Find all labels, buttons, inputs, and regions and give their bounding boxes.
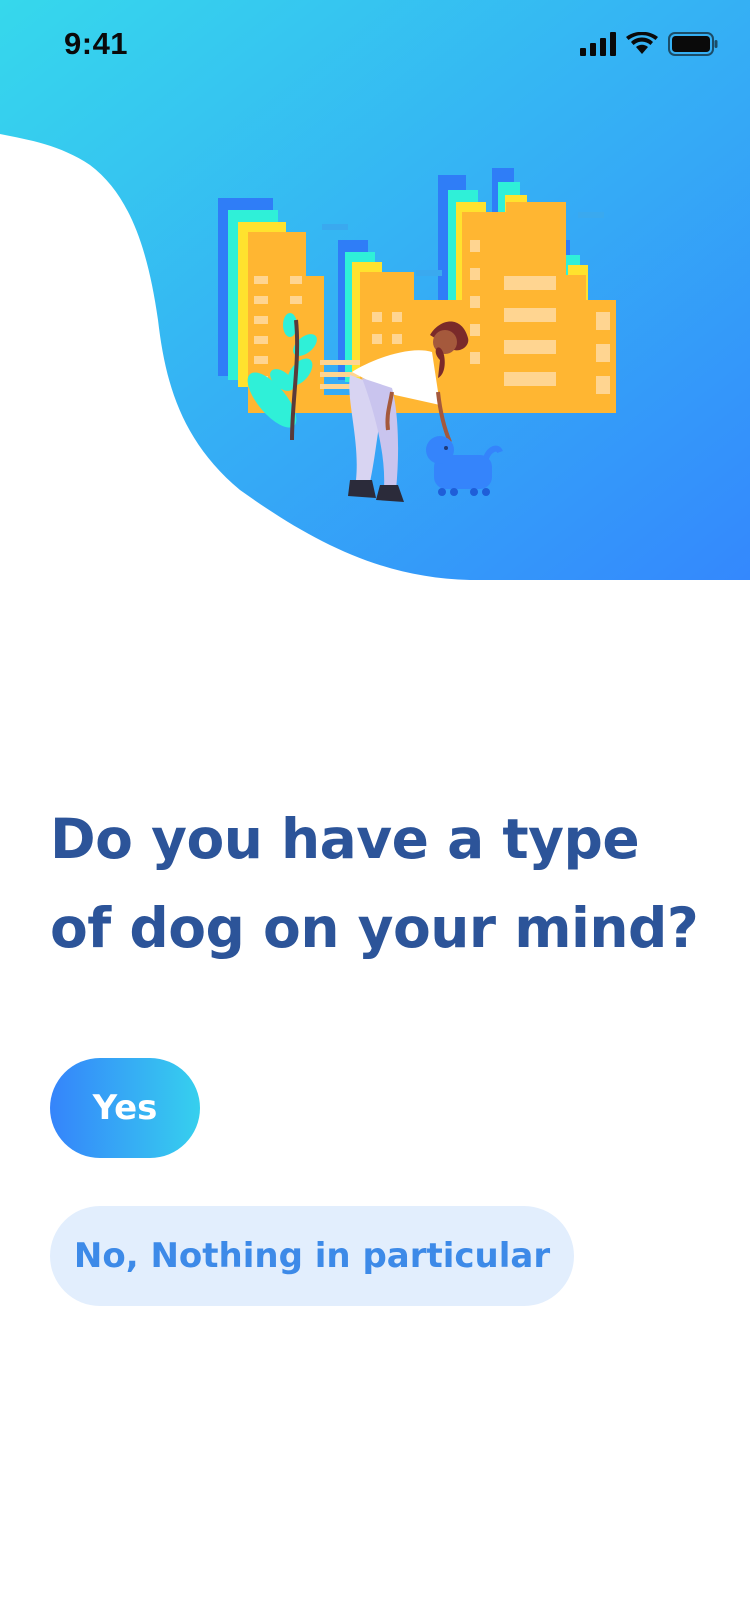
- yes-button[interactable]: Yes: [50, 1058, 200, 1158]
- status-bar: 9:41: [0, 0, 750, 92]
- wifi-icon: [626, 32, 658, 54]
- battery-icon: [668, 32, 718, 56]
- signal-icon: [580, 32, 616, 56]
- question-heading: Do you have a type of dog on your mind?: [50, 807, 699, 960]
- no-particular-button[interactable]: No, Nothing in particular: [50, 1206, 574, 1306]
- status-icons: [580, 32, 718, 56]
- status-time: 9:41: [64, 26, 129, 61]
